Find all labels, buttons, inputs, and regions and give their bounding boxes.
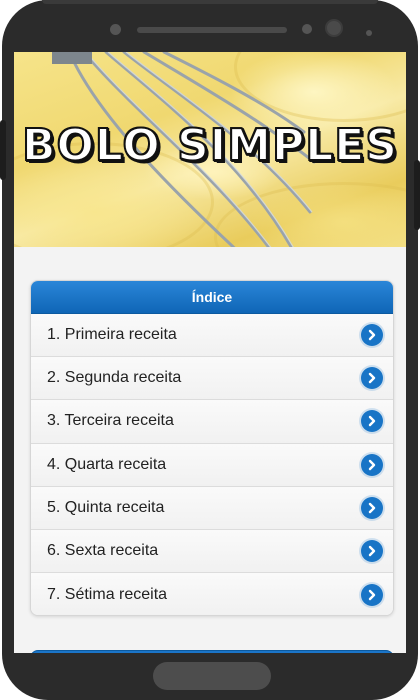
volume-button xyxy=(0,120,6,180)
chevron-right-icon[interactable] xyxy=(361,367,383,390)
index-item[interactable]: 5. Quinta receita xyxy=(31,486,393,530)
proximity-sensor xyxy=(302,24,312,34)
index-item-label: 6. Sexta receita xyxy=(47,542,159,560)
chevron-right-icon[interactable] xyxy=(361,410,383,433)
index-item[interactable]: 7. Sétima receita xyxy=(31,573,393,615)
home-button[interactable] xyxy=(153,662,271,690)
index-item[interactable]: 4. Quarta receita xyxy=(31,443,393,487)
chevron-right-icon[interactable] xyxy=(361,540,383,563)
index-card: Índice 1. Primeira receita 2. Segunda rec… xyxy=(30,280,394,616)
chevron-right-icon[interactable] xyxy=(361,453,383,476)
index-item-label: 2. Segunda receita xyxy=(47,369,182,387)
chevron-right-icon[interactable] xyxy=(361,324,383,347)
power-button xyxy=(414,160,420,230)
index-item-label: 4. Quarta receita xyxy=(47,455,167,473)
index-header: Índice xyxy=(31,281,393,314)
banner-image: BOLO SIMPLES xyxy=(14,52,406,247)
sensor-dot xyxy=(110,24,121,35)
earpiece-speaker xyxy=(137,27,287,33)
phone-frame: BOLO SIMPLES Índice 1. Primeira receita 2… xyxy=(0,0,420,700)
index-item[interactable]: 1. Primeira receita xyxy=(31,314,393,358)
index-item-label: 1. Primeira receita xyxy=(47,326,177,344)
index-item-label: 5. Quinta receita xyxy=(47,498,165,516)
index-item-label: 3. Terceira receita xyxy=(47,412,174,430)
next-card-header xyxy=(30,650,394,653)
led-indicator xyxy=(366,30,372,36)
index-item[interactable]: 3. Terceira receita xyxy=(31,400,393,444)
index-item[interactable]: 6. Sexta receita xyxy=(31,529,393,574)
phone-top-edge xyxy=(42,0,378,4)
front-camera xyxy=(325,19,343,37)
chevron-right-icon[interactable] xyxy=(361,583,383,606)
banner-title: BOLO SIMPLES xyxy=(21,119,398,172)
app-screen: BOLO SIMPLES Índice 1. Primeira receita 2… xyxy=(14,52,406,653)
index-item-label: 7. Sétima receita xyxy=(47,585,168,603)
index-list: 1. Primeira receita 2. Segunda receita 3. … xyxy=(31,314,393,615)
index-item[interactable]: 2. Segunda receita xyxy=(31,357,393,401)
chevron-right-icon[interactable] xyxy=(361,496,383,519)
